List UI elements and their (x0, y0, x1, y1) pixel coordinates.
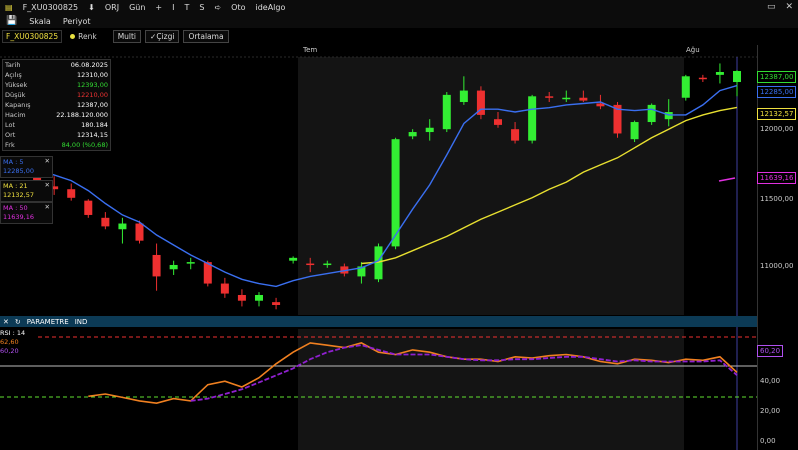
candle-body[interactable] (647, 104, 656, 123)
candle-body[interactable] (664, 112, 673, 120)
candle-body[interactable] (152, 254, 161, 277)
parametre-button[interactable]: PARAMETRE (24, 318, 72, 326)
close-panel-icon[interactable]: ✕ (0, 318, 12, 326)
candle-body[interactable] (101, 217, 110, 227)
candle-body[interactable] (118, 223, 127, 230)
candle-body[interactable] (220, 283, 229, 294)
candle-body[interactable] (630, 122, 639, 140)
info-key: Ort (5, 131, 16, 139)
ma50-label: MA : 50 (3, 204, 28, 212)
price-tick: 11500,00 (760, 195, 794, 203)
candle-body[interactable] (186, 262, 195, 264)
ma5-legend[interactable]: ✕ MA : 5 12285,00 (0, 156, 53, 178)
candle-body[interactable] (442, 94, 451, 130)
info-value: 12310,00 (76, 71, 108, 79)
info-key: Açılış (5, 71, 22, 79)
info-key: Frk (5, 141, 15, 149)
refresh-icon[interactable]: ↻ (12, 318, 24, 326)
ma5-label: MA : 5 (3, 158, 24, 166)
last-price-tag: 12387,00 (757, 71, 797, 83)
price-axis[interactable] (757, 45, 798, 450)
candle-body[interactable] (681, 76, 690, 98)
ma5-value: 12285,00 (3, 167, 35, 175)
info-key: Tarih (5, 61, 21, 69)
ma21-value: 12132,57 (3, 191, 35, 199)
rsi-signal-value: 60,20 (0, 347, 19, 355)
info-value: 12314,15 (76, 131, 108, 139)
info-value: 12387,00 (76, 101, 108, 109)
ma5-price-tag: 12285,00 (757, 86, 797, 98)
candle-body[interactable] (169, 264, 178, 270)
rsi-period-shade (298, 329, 684, 450)
rsi-tick: 40,00 (760, 377, 781, 385)
minimize-icon[interactable]: ▭ (762, 2, 781, 12)
info-key: Yüksek (5, 81, 28, 89)
ma50-line (718, 177, 736, 182)
candle-body[interactable] (715, 72, 724, 75)
rsi-tick: 0,00 (760, 437, 776, 445)
candle-body[interactable] (272, 302, 281, 305)
indicator-panel-bar: ✕ ↻ PARAMETRE IND (0, 316, 798, 327)
ma50-value: 11639,16 (3, 213, 35, 221)
ma50-legend[interactable]: ✕ MA : 50 11639,16 (0, 202, 53, 224)
candle-body[interactable] (459, 90, 468, 103)
info-key: Hacim (5, 111, 26, 119)
close-icon[interactable]: ✕ (45, 157, 50, 166)
rsi-value: 62,60 (0, 338, 19, 346)
candle-body[interactable] (733, 71, 741, 83)
price-chart[interactable] (0, 0, 757, 450)
ma21-label: MA : 21 (3, 182, 28, 190)
candle-body[interactable] (545, 96, 554, 98)
info-value: 22.188.120.000 (56, 111, 108, 119)
candle-body[interactable] (255, 294, 263, 301)
candle-body[interactable] (494, 119, 502, 125)
close-icon[interactable]: ✕ (45, 203, 50, 212)
candle-body[interactable] (511, 129, 520, 141)
ma21-legend[interactable]: ✕ MA : 21 12132,57 (0, 180, 53, 202)
candle-body[interactable] (408, 132, 417, 137)
ma50-price-tag: 11639,16 (757, 172, 797, 184)
candle-body[interactable] (289, 257, 298, 261)
candle-body[interactable] (135, 223, 144, 241)
rsi-tick: 20,00 (760, 407, 781, 415)
period-shade (298, 57, 684, 315)
candle-body[interactable] (306, 263, 315, 266)
info-value: 12393,00 (76, 81, 108, 89)
candle-body[interactable] (562, 97, 571, 100)
info-value: 06.08.2025 (70, 61, 108, 69)
candle-body[interactable] (323, 263, 332, 266)
candle-body[interactable] (698, 77, 707, 80)
rsi-label: RSI : 14 (0, 329, 26, 337)
close-icon[interactable]: ✕ (45, 181, 50, 190)
info-key: Kapanış (5, 101, 31, 109)
info-value: 180.184 (81, 121, 108, 129)
info-value: 12210,00 (76, 91, 108, 99)
rsi-value-tag: 60,20 (757, 345, 784, 357)
rsi-legend[interactable]: RSI : 14 62,60 60,20 (0, 329, 38, 356)
candle-body[interactable] (528, 96, 537, 141)
close-icon[interactable]: ✕ (780, 2, 798, 12)
ind-button[interactable]: IND (72, 318, 91, 326)
info-key: Lot (5, 121, 16, 129)
candle-body[interactable] (425, 127, 434, 133)
candle-body[interactable] (237, 294, 246, 301)
ohlc-info-box: Tarih 06.08.2025 Açılış 12310,00 Yüksek 123… (2, 59, 111, 151)
price-tick: 12000,00 (760, 125, 794, 133)
candle-body[interactable] (84, 200, 93, 215)
info-value: 84,00 (%0,68) (61, 141, 108, 149)
candle-body[interactable] (579, 97, 588, 101)
ma21-price-tag: 12132,57 (757, 108, 797, 120)
info-key: Düşük (5, 91, 26, 99)
candle-body[interactable] (67, 189, 76, 198)
price-tick: 11000,00 (760, 262, 794, 270)
